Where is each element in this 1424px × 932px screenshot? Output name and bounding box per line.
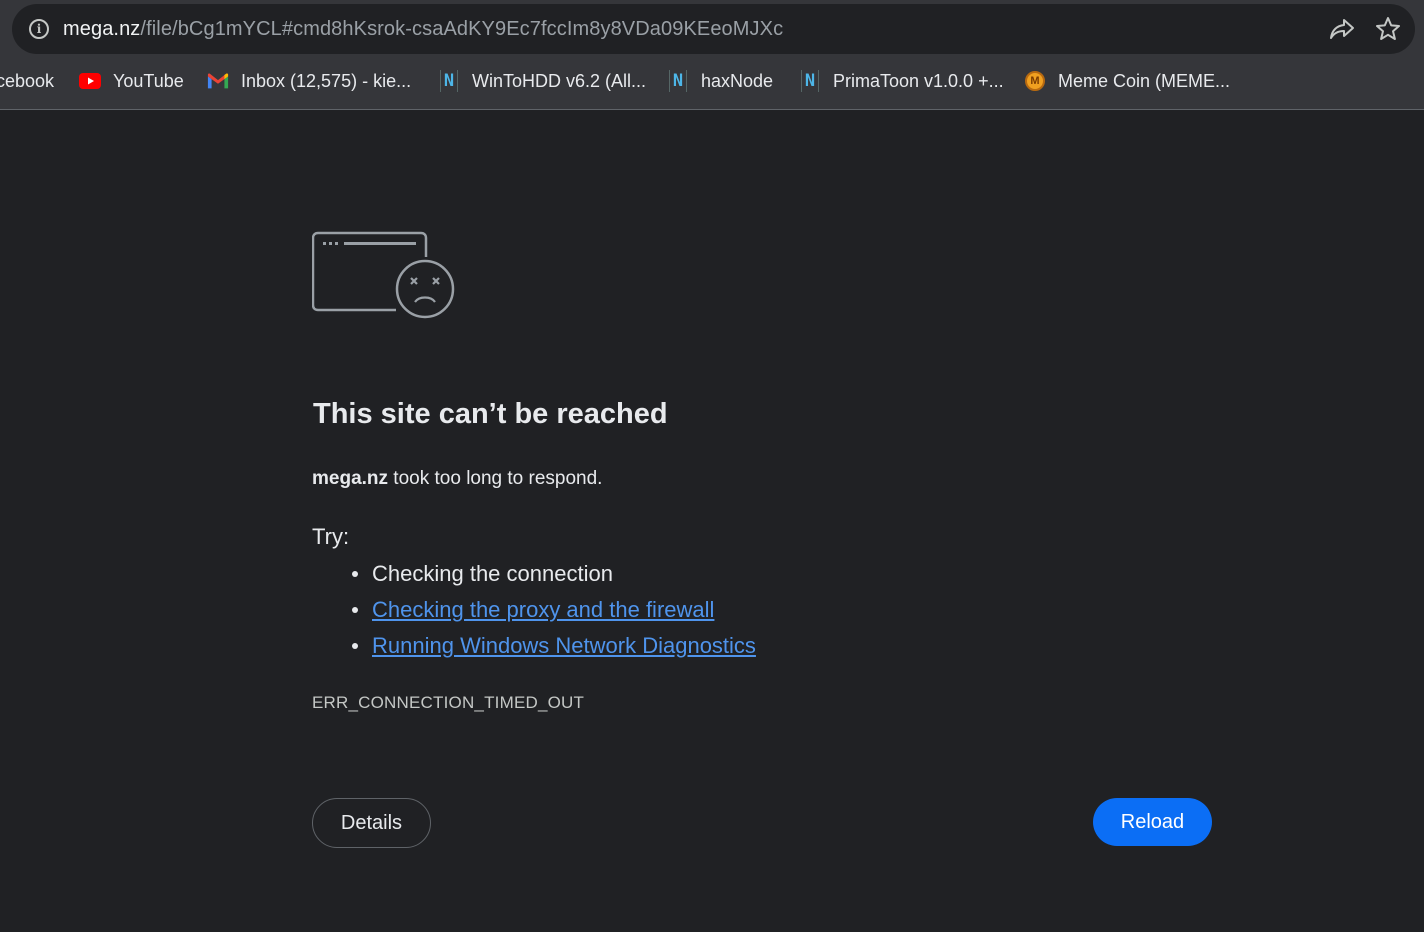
bookmark-label: cebook [0,70,55,91]
reload-button[interactable]: Reload [1093,798,1212,846]
link-network-diagnostics[interactable]: Running Windows Network Diagnostics [372,633,756,659]
bullet [352,607,358,613]
try-label: Try: [312,524,350,549]
url-text[interactable]: mega.nz/file/bCg1mYCL#cmd8hKsrok-csaAdKY… [63,18,783,41]
list-item: Checking the connection [352,556,756,592]
share-icon[interactable] [1329,17,1355,41]
n-icon: N [667,70,689,92]
list-item: Running Windows Network Diagnostics [352,628,756,664]
meme-coin-icon: M [1024,70,1046,92]
bookmark-label: WinToHDD v6.2 (All... [472,70,647,91]
link-check-proxy-firewall[interactable]: Checking the proxy and the firewall [372,597,714,623]
error-summary-text: took too long to respond. [388,468,603,489]
bookmark-label: PrimaToon v1.0.0 +... [833,70,1004,91]
bookmark-primatoon[interactable]: N PrimaToon v1.0.0 +... [799,62,1004,100]
bookmarks-bar: cebook YouTube Inbox (12,575) - kie... N… [0,62,1424,100]
browser-chrome: i mega.nz/file/bCg1mYCL#cmd8hKsrok-csaAd… [0,0,1424,110]
bookmark-youtube[interactable]: YouTube [79,62,184,100]
n-icon: N [799,70,821,92]
youtube-icon [79,70,101,92]
url-host: mega.nz [63,18,141,40]
error-summary: mega.nz took too long to respond. [312,468,602,490]
gmail-icon [207,70,229,92]
suggestion-check-connection: Checking the connection [372,561,613,586]
bullet [352,643,358,649]
bookmark-label: Inbox (12,575) - kie... [241,70,412,91]
bookmark-label: haxNode [701,70,774,91]
address-bar[interactable]: i mega.nz/file/bCg1mYCL#cmd8hKsrok-csaAd… [12,4,1415,54]
bookmark-facebook[interactable]: cebook [0,62,54,100]
bookmark-gmail[interactable]: Inbox (12,575) - kie... [207,62,411,100]
url-path: /file/bCg1mYCL#cmd8hKsrok-csaAdKY9Ec7fcc… [140,18,784,40]
list-item: Checking the proxy and the firewall [352,592,756,628]
bookmark-meme-coin[interactable]: M Meme Coin (MEME... [1024,62,1230,100]
suggestions-list: Checking the connection Checking the pro… [352,556,756,664]
error-heading: This site can’t be reached [313,398,668,430]
error-code: ERR_CONNECTION_TIMED_OUT [312,693,585,712]
info-icon[interactable]: i [29,19,49,39]
bullet [352,571,358,577]
bookmark-label: Meme Coin (MEME... [1058,70,1231,91]
bookmark-wintohdd[interactable]: N WinToHDD v6.2 (All... [438,62,646,100]
details-button[interactable]: Details [312,798,431,848]
star-icon[interactable] [1375,16,1401,42]
error-host: mega.nz [312,468,389,489]
bookmark-haxnode[interactable]: N haxNode [667,62,773,100]
bookmark-label: YouTube [113,70,184,91]
sad-browser-icon [312,231,455,319]
n-icon: N [438,70,460,92]
